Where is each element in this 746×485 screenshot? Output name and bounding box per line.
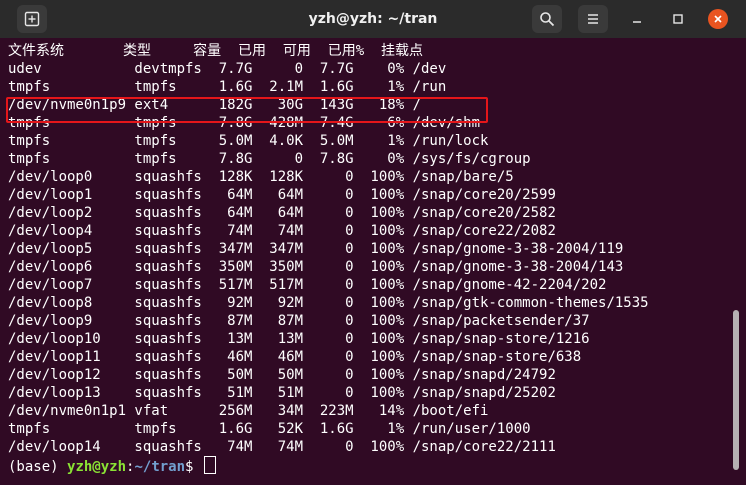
maximize-button[interactable] (668, 9, 688, 29)
scrollbar[interactable] (733, 310, 739, 470)
table-row: /dev/loop0 squashfs 128K 128K 0 100% /sn… (8, 169, 514, 185)
table-row: /dev/loop13 squashfs 51M 51M 0 100% /sna… (8, 385, 556, 401)
table-row: /dev/loop9 squashfs 87M 87M 0 100% /snap… (8, 313, 590, 329)
prompt-path: ~/tran (134, 459, 186, 475)
table-row: /dev/loop6 squashfs 350M 350M 0 100% /sn… (8, 259, 624, 275)
maximize-icon (673, 14, 683, 24)
minimize-icon (633, 21, 641, 23)
table-row: /dev/loop1 squashfs 64M 64M 0 100% /snap… (8, 187, 556, 203)
close-button[interactable] (708, 9, 728, 29)
table-row: tmpfs tmpfs 1.6G 2.1M 1.6G 1% /run (8, 79, 447, 95)
table-row: /dev/loop5 squashfs 347M 347M 0 100% /sn… (8, 241, 624, 257)
command-prompt-line[interactable]: (base) yzh@yzh:~/tran$ (8, 456, 746, 475)
table-row: tmpfs tmpfs 1.6G 52K 1.6G 1% /run/user/1… (8, 421, 531, 437)
table-row: /dev/loop8 squashfs 92M 92M 0 100% /snap… (8, 295, 649, 311)
prompt-symbol: $ (185, 459, 202, 475)
table-row: udev devtmpfs 7.7G 0 7.7G 0% /dev (8, 61, 447, 77)
text-cursor (203, 456, 216, 474)
table-row: /dev/loop2 squashfs 64M 64M 0 100% /snap… (8, 205, 556, 221)
table-row: /dev/loop14 squashfs 74M 74M 0 100% /sna… (8, 439, 556, 455)
menu-button[interactable] (578, 5, 608, 33)
highlight-box (6, 97, 488, 123)
table-row: tmpfs tmpfs 5.0M 4.0K 5.0M 1% /run/lock (8, 133, 489, 149)
table-row: /dev/nvme0n1p1 vfat 256M 34M 223M 14% /b… (8, 403, 489, 419)
close-icon (714, 15, 722, 23)
prompt-user-host: yzh@yzh (67, 459, 127, 475)
hamburger-menu-icon (588, 14, 598, 24)
table-row: /dev/loop7 squashfs 517M 517M 0 100% /sn… (8, 277, 607, 293)
table-header: 文件系统 类型 容量 已用 可用 已用% 挂载点 (8, 43, 424, 59)
minimize-button[interactable] (627, 9, 647, 29)
table-row: /dev/loop4 squashfs 74M 74M 0 100% /snap… (8, 223, 556, 239)
table-row: /dev/loop11 squashfs 46M 46M 0 100% /sna… (8, 349, 582, 365)
table-row: /dev/loop10 squashfs 13M 13M 0 100% /sna… (8, 331, 590, 347)
conda-env: (base) (8, 459, 68, 475)
table-row: tmpfs tmpfs 7.8G 0 7.8G 0% /sys/fs/cgrou… (8, 151, 531, 167)
terminal-window: yzh@yzh: ~/tran 文件系统 类型 容量 已用 可用 已用% 挂载点… (0, 0, 746, 485)
table-row: /dev/loop12 squashfs 50M 50M 0 100% /sna… (8, 367, 556, 383)
search-icon (540, 12, 555, 27)
title-bar[interactable]: yzh@yzh: ~/tran (0, 0, 746, 38)
search-button[interactable] (532, 5, 562, 33)
